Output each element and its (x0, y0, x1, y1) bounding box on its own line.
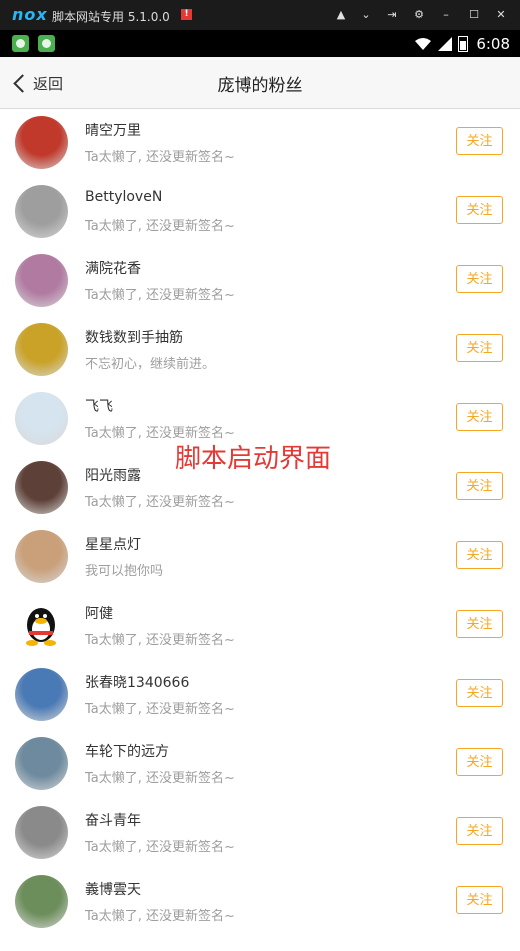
fan-name: 阳光雨露 (85, 468, 141, 484)
follow-button[interactable]: 关注 (456, 748, 503, 776)
nox-logo: nox (12, 5, 48, 24)
fan-list: 晴空万里 Ta太懒了, 还没更新签名~ 关注 BettyloveN Ta太懒了, 还没更… (0, 108, 520, 936)
status-bar: 6:08 (0, 30, 520, 57)
fan-name: 星星点灯 (85, 537, 141, 553)
wifi-icon (415, 38, 432, 50)
avatar[interactable] (15, 116, 68, 169)
list-item[interactable]: 晴空万里 Ta太懒了, 还没更新签名~ 关注 (0, 108, 520, 177)
emulator-title-bar: nox 脚本网站专用 5.1.0.0 ! ▲ ⌄ ⇥ ⚙ – ☐ ✕ (0, 0, 520, 30)
alert-badge[interactable]: ! (181, 9, 192, 20)
list-item[interactable]: 车轮下的远方 Ta太懒了, 还没更新签名~ 关注 (0, 729, 520, 798)
follow-button[interactable]: 关注 (456, 196, 503, 224)
avatar[interactable] (15, 254, 68, 307)
list-item[interactable]: 星星点灯我可以抱你吗 关注 (0, 522, 520, 591)
follow-button[interactable]: 关注 (456, 541, 503, 569)
list-item[interactable]: 奋斗青年 Ta太懒了, 还没更新签名~ 关注 (0, 798, 520, 867)
app-notification-icon (38, 35, 55, 52)
fan-signature: Ta太懒了, 还没更新签名~ (85, 840, 235, 855)
chevron-down-icon[interactable]: ⌄ (358, 7, 374, 23)
list-item[interactable]: 满院花香 Ta太懒了, 还没更新签名~ 关注 (0, 246, 520, 315)
fan-name: 数钱数到手抽筋 (85, 330, 183, 346)
list-item[interactable]: 张春晓1340666 Ta太懒了, 还没更新签名~ 关注 (0, 660, 520, 729)
avatar[interactable] (15, 185, 68, 238)
follow-button[interactable]: 关注 (456, 610, 503, 638)
fan-name: 阿健 (85, 606, 113, 622)
fan-signature: Ta太懒了, 还没更新签名~ (85, 219, 235, 234)
list-item[interactable]: 数钱数到手抽筋不忘初心，继续前进。 关注 (0, 315, 520, 384)
fan-signature: Ta太懒了, 还没更新签名~ (85, 909, 235, 924)
avatar[interactable] (15, 530, 68, 583)
fan-signature: Ta太懒了, 还没更新签名~ (85, 771, 235, 786)
shirt-icon[interactable]: ▲ (333, 7, 349, 23)
avatar[interactable] (15, 668, 68, 721)
fan-signature: Ta太懒了, 还没更新签名~ (85, 150, 235, 165)
avatar[interactable] (15, 392, 68, 445)
fan-name: 满院花香 (85, 261, 141, 277)
clock: 6:08 (476, 35, 510, 53)
fan-name: 晴空万里 (85, 123, 141, 139)
fan-signature: Ta太懒了, 还没更新签名~ (85, 702, 235, 717)
fan-signature: 不忘初心，继续前进。 (85, 357, 216, 372)
fan-name: 奋斗青年 (85, 813, 141, 829)
fan-signature: Ta太懒了, 还没更新签名~ (85, 495, 235, 510)
fan-name: 张春晓1340666 (85, 675, 190, 691)
avatar[interactable] (15, 461, 68, 514)
follow-button[interactable]: 关注 (456, 265, 503, 293)
avatar[interactable] (15, 875, 68, 928)
follow-button[interactable]: 关注 (456, 679, 503, 707)
fan-signature: Ta太懒了, 还没更新签名~ (85, 288, 235, 303)
follow-button[interactable]: 关注 (456, 127, 503, 155)
fan-signature: 我可以抱你吗 (85, 564, 164, 579)
emulator-title: 脚本网站专用 5.1.0.0 (52, 10, 170, 24)
list-item[interactable]: 阿健 Ta太懒了, 还没更新签名~ 关注 (0, 591, 520, 660)
fan-name: 飞飞 (85, 399, 113, 415)
fan-name: 车轮下的远方 (85, 744, 169, 760)
signal-icon (438, 37, 453, 51)
follow-button[interactable]: 关注 (456, 334, 503, 362)
fan-name: 義博雲天 (85, 882, 141, 898)
maximize-icon[interactable]: ☐ (466, 7, 482, 23)
list-item[interactable]: BettyloveN Ta太懒了, 还没更新签名~ 关注 (0, 177, 520, 246)
follow-button[interactable]: 关注 (456, 403, 503, 431)
overlay-text: 脚本启动界面 (175, 444, 332, 474)
avatar[interactable] (15, 323, 68, 376)
follow-button[interactable]: 关注 (456, 886, 503, 914)
page-title: 庞博的粉丝 (217, 76, 303, 96)
follow-button[interactable]: 关注 (456, 472, 503, 500)
pin-icon[interactable]: ⇥ (384, 7, 400, 23)
app-header: 返回 庞博的粉丝 (0, 57, 520, 109)
list-item[interactable]: 義博雲天 Ta太懒了, 还没更新签名~ 关注 (0, 867, 520, 936)
avatar[interactable] (15, 806, 68, 859)
app-notification-icon (12, 35, 29, 52)
close-icon[interactable]: ✕ (493, 7, 509, 23)
gear-icon[interactable]: ⚙ (411, 7, 427, 23)
minimize-icon[interactable]: – (438, 7, 454, 23)
fan-signature: Ta太懒了, 还没更新签名~ (85, 633, 235, 648)
fan-name: BettyloveN (85, 189, 163, 205)
battery-icon (458, 36, 469, 52)
follow-button[interactable]: 关注 (456, 817, 503, 845)
avatar[interactable] (15, 599, 68, 652)
avatar[interactable] (15, 737, 68, 790)
